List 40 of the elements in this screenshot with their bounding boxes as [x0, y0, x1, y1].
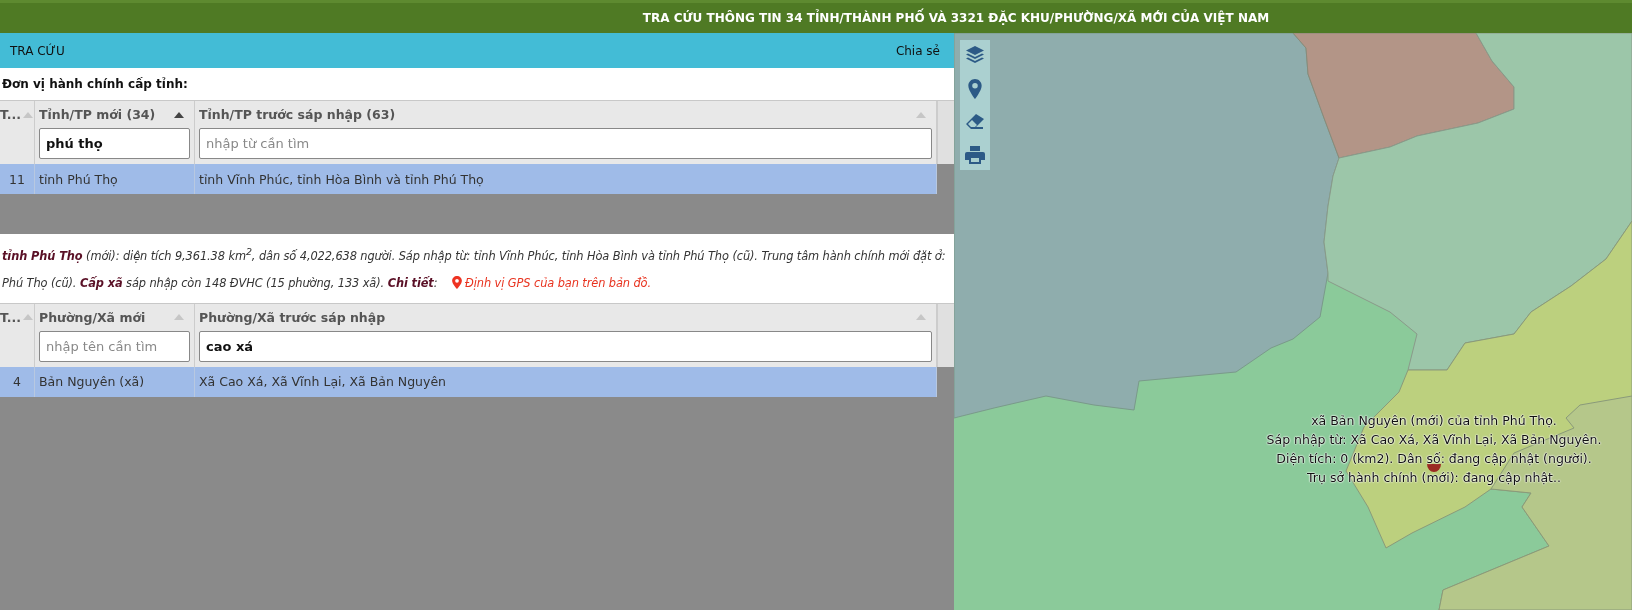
- province-info-text: tỉnh Phú Thọ (mới): diện tích 9,361.38 km$^{2}$, dân số 4,022,638 người. Sáp nhập từ: tỉnh Vĩnh Phúc, tỉnh Hòa Bình và tỉnh Phú Thọ (cũ). Trung tâm hành chính mới đặt ở: Phú Thọ (cũ). Cấp xã sáp nhập còn 148 ĐVHC (15 phường, 133 xã). Chi tiết: Định vị GPS của bạn trên bản đồ.: [2, 245, 946, 292]
- eraser-icon[interactable]: [965, 113, 985, 131]
- nav-title[interactable]: TRA CỨU: [10, 43, 65, 58]
- filter-field[interactable]: cao xá: [199, 330, 932, 362]
- column-header[interactable]: Phường/Xã trước sáp nhập cao xá: [195, 303, 937, 367]
- map-pin-icon[interactable]: [968, 79, 982, 99]
- share-link[interactable]: Chia sẻ: [895, 43, 940, 58]
- sort-icon[interactable]: [174, 111, 184, 118]
- column-header[interactable]: Phường/Xã mới nhập tên cần tìm: [35, 303, 195, 367]
- map-canvas[interactable]: xã Bản Nguyên (mới) của tỉnh Phú Thọ. Sáp nhập từ: Xã Cao Xá, Xã Vĩnh Lại, Xã Bản Nguyên. Diện tích: 0 (km2). Dân số: đang cập nhật (người). Trụ sở hành chính (mới): đang cập nhật..: [954, 33, 1632, 610]
- column-header[interactable]: Tỉnh/TP trước sáp nhập (63) nhập từ cần tìm: [195, 101, 937, 164]
- table-cell: 11: [0, 164, 35, 194]
- map-popup-line: Diện tích: 0 (km2). Dân số: đang cập nhật (người).: [1275, 450, 1593, 468]
- table-row[interactable]: 11 tỉnh Phú Thọ tỉnh Vĩnh Phúc, tỉnh Hòa Bình và tỉnh Phú Thọ: [0, 164, 937, 194]
- table-cell: 4: [0, 366, 35, 397]
- gps-link[interactable]: Định vị GPS của bạn trên bản đồ.: [451, 275, 651, 290]
- table-cell: tỉnh Vĩnh Phúc, tỉnh Hòa Bình và tỉnh Phú Thọ: [195, 164, 937, 194]
- table-cell: tỉnh Phú Thọ: [35, 164, 195, 194]
- location-marker-icon: [1427, 464, 1441, 472]
- column-title: Phường/Xã trước sáp nhập: [199, 309, 386, 325]
- column-header[interactable]: T...: [0, 303, 35, 367]
- table-cell: Bản Nguyên (xã): [35, 366, 195, 397]
- column-title: T...: [0, 309, 21, 325]
- filter-field[interactable]: phú thọ: [39, 128, 190, 159]
- pin-icon: [451, 275, 462, 289]
- table-row[interactable]: 4 Bản Nguyên (xã) Xã Cao Xá, Xã Vĩnh Lại, Xã Bản Nguyên: [0, 366, 937, 397]
- column-title: Tỉnh/TP mới (34): [39, 107, 156, 122]
- map-popup-line: Sáp nhập từ: Xã Cao Xá, Xã Vĩnh Lại, Xã Bản Nguyên.: [1265, 431, 1603, 449]
- section-heading: Đơn vị hành chính cấp tỉnh:: [0, 68, 954, 100]
- layers-icon[interactable]: [965, 45, 985, 65]
- column-title: Tỉnh/TP trước sáp nhập (63): [199, 107, 396, 122]
- printer-icon[interactable]: [965, 145, 985, 165]
- table-cell: Xã Cao Xá, Xã Vĩnh Lại, Xã Bản Nguyên: [195, 366, 937, 397]
- column-title: Phường/Xã mới: [39, 309, 146, 325]
- filter-field[interactable]: nhập từ cần tìm: [199, 128, 932, 159]
- column-title: T...: [0, 107, 21, 122]
- map-popup-line: Trụ sở hành chính (mới): đang cập nhật..: [1306, 469, 1562, 487]
- column-header[interactable]: Tỉnh/TP mới (34) phú thọ: [35, 101, 195, 164]
- map-popup-line: xã Bản Nguyên (mới) của tỉnh Phú Thọ.: [1310, 412, 1558, 430]
- filter-field[interactable]: nhập tên cần tìm: [39, 330, 190, 362]
